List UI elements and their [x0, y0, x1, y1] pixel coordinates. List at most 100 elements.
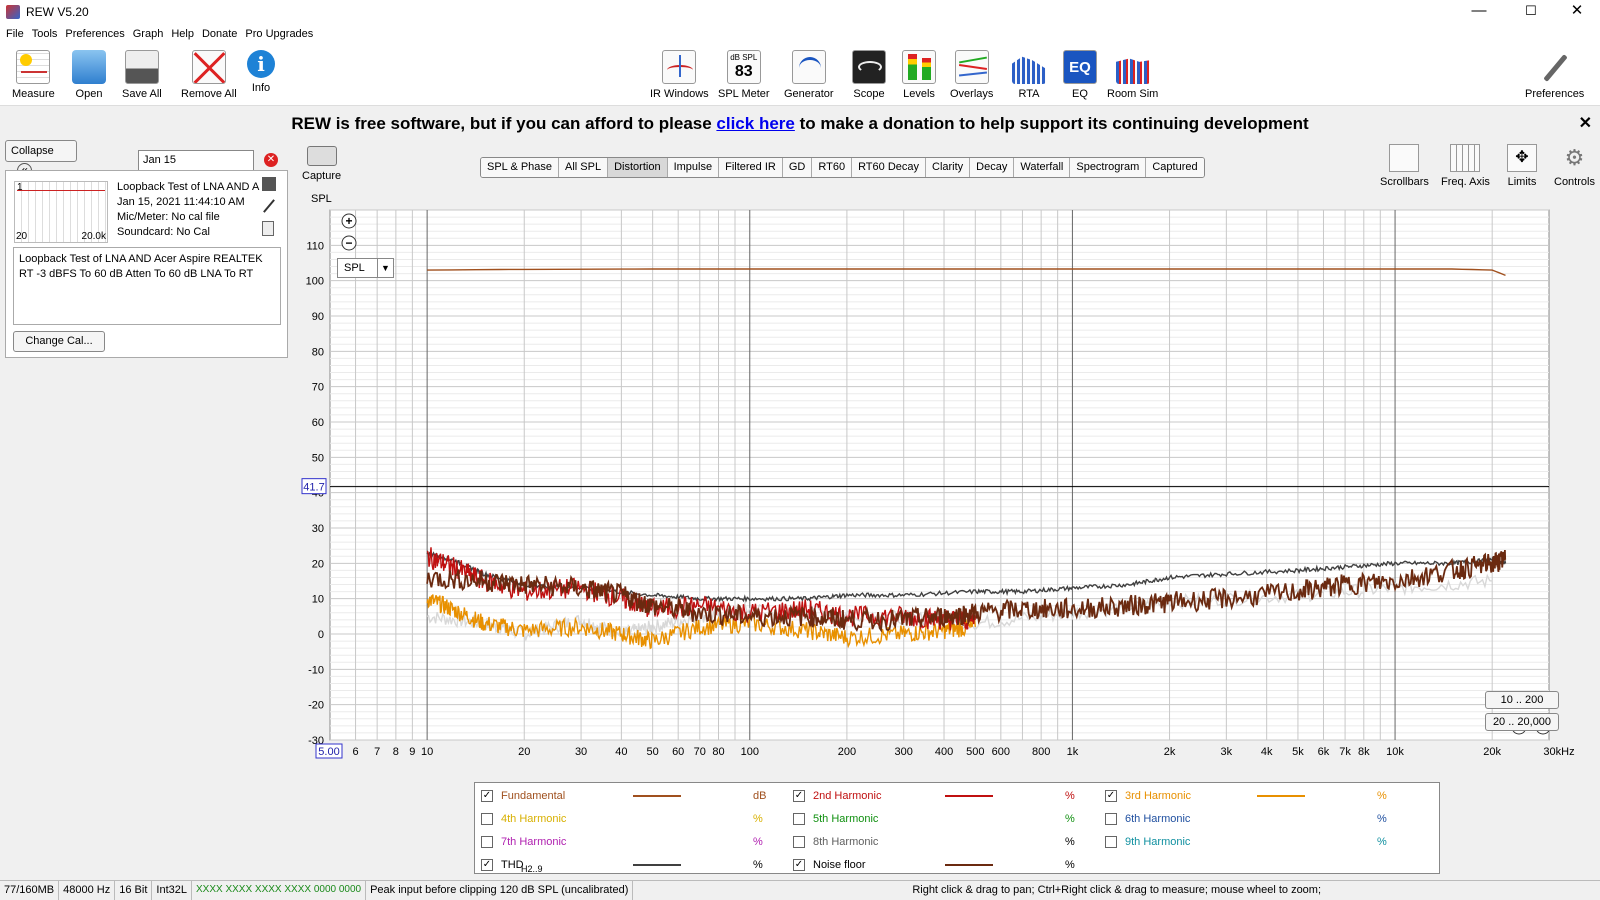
- open-button[interactable]: Open: [72, 50, 106, 100]
- legend-checkbox[interactable]: ✓: [481, 859, 493, 871]
- legend-item: 5th Harmonic%: [793, 809, 1093, 829]
- legend-checkbox[interactable]: [481, 836, 493, 848]
- remove-icon: [191, 50, 226, 84]
- x-tick-label: 10k: [1386, 746, 1404, 758]
- plot-area: [329, 209, 1550, 741]
- legend-checkbox[interactable]: ✓: [793, 859, 805, 871]
- legend-checkbox[interactable]: ✓: [793, 790, 805, 802]
- x-tick-label: 30: [575, 746, 587, 758]
- measurement-notes[interactable]: Loopback Test of LNA AND Acer Aspire REA…: [13, 247, 281, 325]
- tab-filtered-ir[interactable]: Filtered IR: [719, 158, 783, 177]
- ir-windows-button[interactable]: IR Windows: [650, 50, 709, 100]
- distortion-graph[interactable]: 1101009080706050403020100-10-20-30 67891…: [300, 205, 1590, 785]
- legend-unit: %: [753, 813, 763, 825]
- measurement-mic: Mic/Meter: No cal file: [117, 211, 220, 223]
- menu-help[interactable]: Help: [171, 28, 194, 40]
- legend-checkbox[interactable]: [793, 813, 805, 825]
- clear-filter-icon[interactable]: ✕: [264, 153, 278, 167]
- controls-button[interactable]: ⚙ Controls: [1554, 144, 1595, 188]
- tab-gd[interactable]: GD: [782, 158, 813, 177]
- scope-icon: [852, 50, 886, 84]
- tab-rt60[interactable]: RT60: [812, 158, 853, 177]
- menu-donate[interactable]: Donate: [202, 28, 237, 40]
- scrollbars-icon: [1389, 144, 1420, 172]
- legend-item: 4th Harmonic%: [481, 809, 781, 829]
- legend-checkbox[interactable]: [1105, 813, 1117, 825]
- menu-graph[interactable]: Graph: [133, 28, 164, 40]
- donate-link[interactable]: click here: [716, 114, 794, 133]
- x-tick-label: 6k: [1318, 746, 1330, 758]
- tab-distortion[interactable]: Distortion: [608, 158, 668, 177]
- x-tick-label: 10: [421, 746, 433, 758]
- y-tick-label: 90: [312, 311, 324, 323]
- tab-captured[interactable]: Captured: [1146, 158, 1204, 177]
- zoom-10-200-button[interactable]: 10 .. 200: [1485, 691, 1559, 709]
- notes-icon[interactable]: [262, 221, 274, 236]
- rta-button[interactable]: RTA: [1012, 50, 1046, 100]
- title-bar: REW V5.20 — ☐ ✕: [0, 0, 1600, 24]
- close-button[interactable]: ✕: [1554, 0, 1600, 24]
- freq-axis-button[interactable]: Freq. Axis: [1441, 144, 1490, 188]
- legend-checkbox[interactable]: ✓: [481, 790, 493, 802]
- collapse-button[interactable]: Collapse «: [5, 140, 77, 178]
- levels-button[interactable]: Levels: [902, 50, 936, 100]
- donation-banner: REW is free software, but if you can aff…: [0, 110, 1600, 138]
- maximize-button[interactable]: ☐: [1508, 0, 1554, 24]
- change-cal-button[interactable]: Change Cal...: [13, 331, 105, 352]
- legend-checkbox[interactable]: [1105, 836, 1117, 848]
- generator-button[interactable]: Generator: [784, 50, 834, 100]
- measure-button[interactable]: Measure: [12, 50, 55, 100]
- preferences-button[interactable]: Preferences: [1525, 50, 1584, 100]
- legend-checkbox[interactable]: ✓: [1105, 790, 1117, 802]
- eq-button[interactable]: EQ EQ: [1063, 50, 1097, 100]
- eq-label: EQ: [1072, 88, 1088, 100]
- x-tick-label: 100: [741, 746, 759, 758]
- capture-label: Capture: [302, 170, 342, 182]
- room-sim-button[interactable]: Room Sim: [1107, 50, 1158, 100]
- legend-item: ✓ Noise floor%: [793, 855, 1093, 875]
- measurement-soundcard: Soundcard: No Cal: [117, 226, 210, 238]
- minimize-button[interactable]: —: [1456, 0, 1502, 24]
- overlays-button[interactable]: Overlays: [950, 50, 993, 100]
- tab-decay[interactable]: Decay: [970, 158, 1015, 177]
- spl-meter-button[interactable]: dB SPL 83 SPL Meter: [718, 50, 770, 100]
- tab-spectrogram[interactable]: Spectrogram: [1070, 158, 1147, 177]
- scope-button[interactable]: Scope: [852, 50, 886, 100]
- rta-label: RTA: [1018, 88, 1040, 100]
- legend-checkbox[interactable]: [793, 836, 805, 848]
- measure-icon: [16, 50, 51, 84]
- save-measurement-icon[interactable]: [262, 177, 276, 191]
- tab-impulse[interactable]: Impulse: [667, 158, 720, 177]
- zoom-20-20000-button[interactable]: 20 .. 20,000: [1485, 713, 1559, 731]
- legend-item: ✓ 3rd Harmonic%: [1105, 786, 1405, 806]
- tab-all-spl[interactable]: All SPL: [559, 158, 609, 177]
- x-start-label: 5.00: [318, 746, 339, 758]
- tab-clarity[interactable]: Clarity: [926, 158, 971, 177]
- limits-button[interactable]: ✥ Limits: [1507, 144, 1537, 188]
- y-axis-selector[interactable]: SPL ▼: [337, 258, 394, 278]
- thumbnail-max-label: 20.0k: [81, 231, 106, 242]
- tab-spl-phase[interactable]: SPL & Phase: [481, 158, 560, 177]
- legend-checkbox[interactable]: [481, 813, 493, 825]
- capture-button[interactable]: Capture: [302, 146, 341, 182]
- save-all-button[interactable]: Save All: [122, 50, 162, 100]
- scrollbars-button[interactable]: Scrollbars: [1380, 144, 1429, 188]
- tab-rt60-decay[interactable]: RT60 Decay: [852, 158, 926, 177]
- graph-grid: [329, 209, 1550, 741]
- menu-tools[interactable]: Tools: [32, 28, 58, 40]
- remove-all-button[interactable]: Remove All: [181, 50, 237, 100]
- tab-waterfall[interactable]: Waterfall: [1014, 158, 1071, 177]
- menu-pro-upgrades[interactable]: Pro Upgrades: [245, 28, 313, 40]
- menu-preferences[interactable]: Preferences: [65, 28, 124, 40]
- legend-unit: %: [1377, 790, 1387, 802]
- y-tick-label: -10: [308, 664, 324, 676]
- y-tick-label: 80: [312, 346, 324, 358]
- info-button[interactable]: i Info: [247, 50, 275, 94]
- menu-file[interactable]: File: [6, 28, 24, 40]
- measurement-filter-input[interactable]: Jan 15: [138, 150, 254, 171]
- x-tick-label: 800: [1032, 746, 1050, 758]
- chevron-down-icon: ▼: [377, 259, 393, 277]
- edit-icon[interactable]: [263, 199, 275, 213]
- banner-close-icon[interactable]: ✕: [1579, 110, 1592, 138]
- measurement-thumbnail[interactable]: 1 20 20.0k: [14, 181, 108, 243]
